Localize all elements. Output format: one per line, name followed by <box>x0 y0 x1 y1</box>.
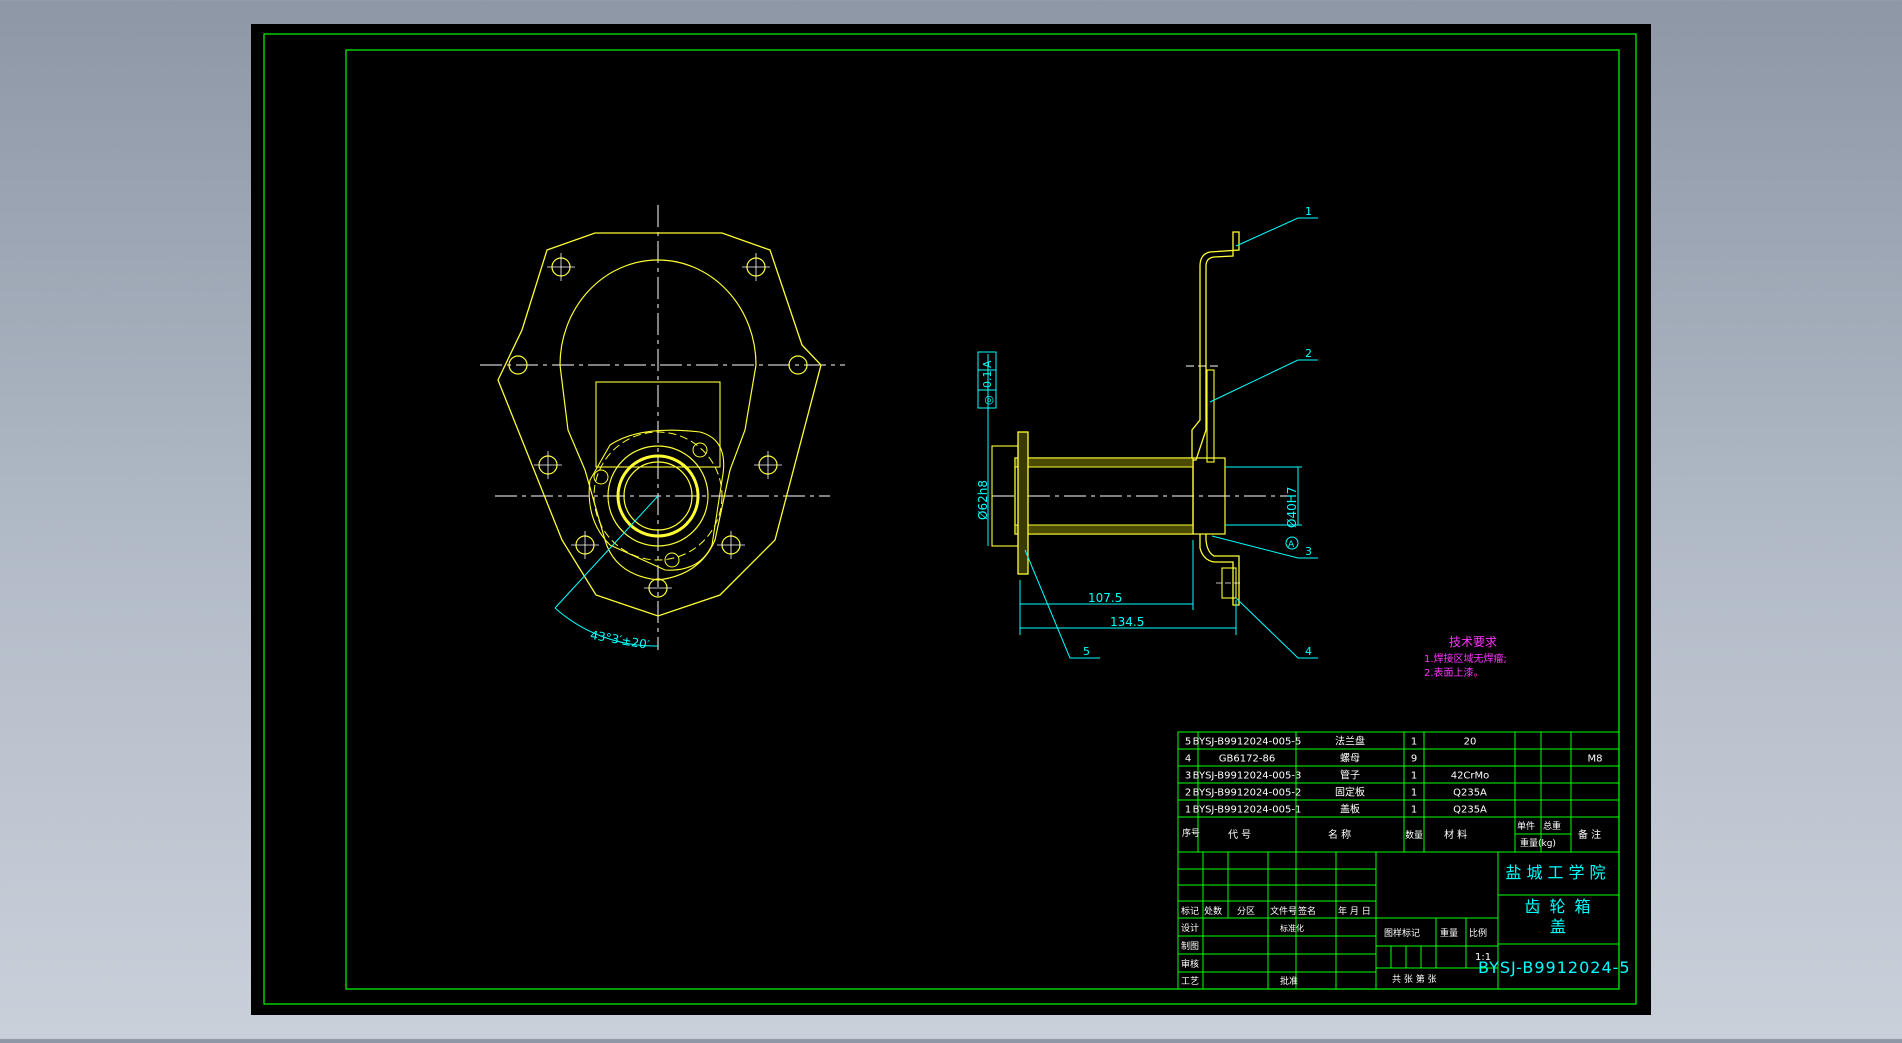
tb-weight: 重量 <box>1440 927 1458 939</box>
bom-header-name: 名 称 <box>1328 828 1351 841</box>
bom-cell-name: 法兰盘 <box>1335 735 1365 748</box>
svg-text:0.1: 0.1 <box>981 371 994 389</box>
bom-cell-material: 42CrMo <box>1451 771 1490 782</box>
tb-stage-mark: 图样标记 <box>1384 927 1420 939</box>
bom-cell-code: BYSJ-B9912024-005-3 <box>1193 771 1302 782</box>
tech-req-item-2: 2.表面上漆。 <box>1424 666 1484 679</box>
bom-header-qty: 数量 <box>1405 829 1423 841</box>
bom-cell-no: 4 <box>1185 754 1191 765</box>
bom-cell-name: 管子 <box>1340 769 1360 782</box>
tb-design: 设计 <box>1181 922 1199 934</box>
bom-cell-qty: 9 <box>1411 754 1417 765</box>
balloon-3: 3 <box>1305 545 1312 558</box>
bom-cell-qty: 1 <box>1411 771 1417 782</box>
tb-count: 处数 <box>1204 905 1222 917</box>
tolerance-frame-text: A 0.1 ◎ <box>981 360 995 405</box>
bom-header-code: 代 号 <box>1228 829 1251 841</box>
bom-header-total: 总重 <box>1543 820 1561 832</box>
tb-sheet: 共 张 第 张 <box>1392 973 1437 985</box>
tb-title-2: 盖 <box>1550 917 1566 936</box>
bom-cell-qty: 1 <box>1411 805 1417 816</box>
bom-cell-name: 固定板 <box>1335 786 1365 799</box>
bom-header-material: 材 料 <box>1444 828 1467 841</box>
tech-req-title: 技术要求 <box>1449 635 1497 649</box>
bom-cell-material: Q235A <box>1453 805 1487 816</box>
tb-title-1: 齿轮箱 <box>1524 897 1599 916</box>
tb-approve: 批准 <box>1280 975 1298 987</box>
cad-drawing: 43°3′±20′ A 0.1 ◎ Ø62h8 Ø40H7 A 107.5 13… <box>251 24 1651 1015</box>
balloon-5: 5 <box>1083 645 1090 658</box>
bom-cell-name: 螺母 <box>1340 753 1360 765</box>
bom-header-no: 序号 <box>1182 827 1200 839</box>
bom-header-note: 备 注 <box>1578 828 1601 841</box>
bom-cell-qty: 1 <box>1411 737 1417 748</box>
bom-cell-note: M8 <box>1588 754 1603 765</box>
balloon-2: 2 <box>1305 347 1312 360</box>
drawing-sheet <box>251 24 1651 1015</box>
svg-text:◎: ◎ <box>982 395 995 405</box>
tb-process: 工艺 <box>1181 976 1199 987</box>
tb-drawing-no: BYSJ-B9912024-5 <box>1478 958 1631 977</box>
viewer-background: 43°3′±20′ A 0.1 ◎ Ø62h8 Ø40H7 A 107.5 13… <box>0 0 1902 1039</box>
bom-cell-material: Q235A <box>1453 788 1487 799</box>
bom-header-unit: 单件 <box>1517 820 1535 832</box>
bom-cell-code: BYSJ-B9912024-005-5 <box>1193 737 1302 748</box>
tb-sign: 签名 <box>1298 905 1316 917</box>
tb-standardize: 标准化 <box>1280 923 1304 933</box>
tb-review: 审核 <box>1181 958 1199 970</box>
bom-cell-code: BYSJ-B9912024-005-1 <box>1193 805 1302 816</box>
bom-header-weight: 重量(kg) <box>1520 837 1556 849</box>
tb-zone: 分区 <box>1237 906 1255 917</box>
svg-text:A: A <box>981 360 994 368</box>
bom-cell-qty: 1 <box>1411 788 1417 799</box>
tb-scale-label: 比例 <box>1469 927 1487 939</box>
bom-cell-code: BYSJ-B9912024-005-2 <box>1193 788 1302 799</box>
balloon-1: 1 <box>1305 205 1312 218</box>
dim-134-5: 134.5 <box>1110 615 1144 629</box>
bom-cell-name: 盖板 <box>1340 803 1360 816</box>
tb-draw: 制图 <box>1181 940 1199 952</box>
bom-cell-no: 3 <box>1185 771 1191 782</box>
dia-62-label: Ø62h8 <box>976 480 990 520</box>
balloon-4: 4 <box>1305 645 1312 658</box>
bom-cell-code: GB6172-86 <box>1219 754 1275 765</box>
tb-school: 盐城工学院 <box>1505 863 1610 882</box>
tb-mark: 标记 <box>1181 905 1199 917</box>
datum-label: A <box>1288 540 1295 550</box>
bom-cell-no: 2 <box>1185 788 1191 799</box>
tb-date: 年 月 日 <box>1338 905 1371 917</box>
bom-cell-no: 5 <box>1185 737 1191 748</box>
tech-req-item-1: 1.焊接区域无焊瘤; <box>1424 652 1507 665</box>
bom-cell-no: 1 <box>1185 805 1191 816</box>
dim-107-5: 107.5 <box>1088 591 1122 605</box>
bom-cell-material: 20 <box>1464 737 1477 748</box>
tb-doc-no: 文件号 <box>1270 905 1297 917</box>
dia-40-label: Ø40H7 <box>1285 487 1299 528</box>
